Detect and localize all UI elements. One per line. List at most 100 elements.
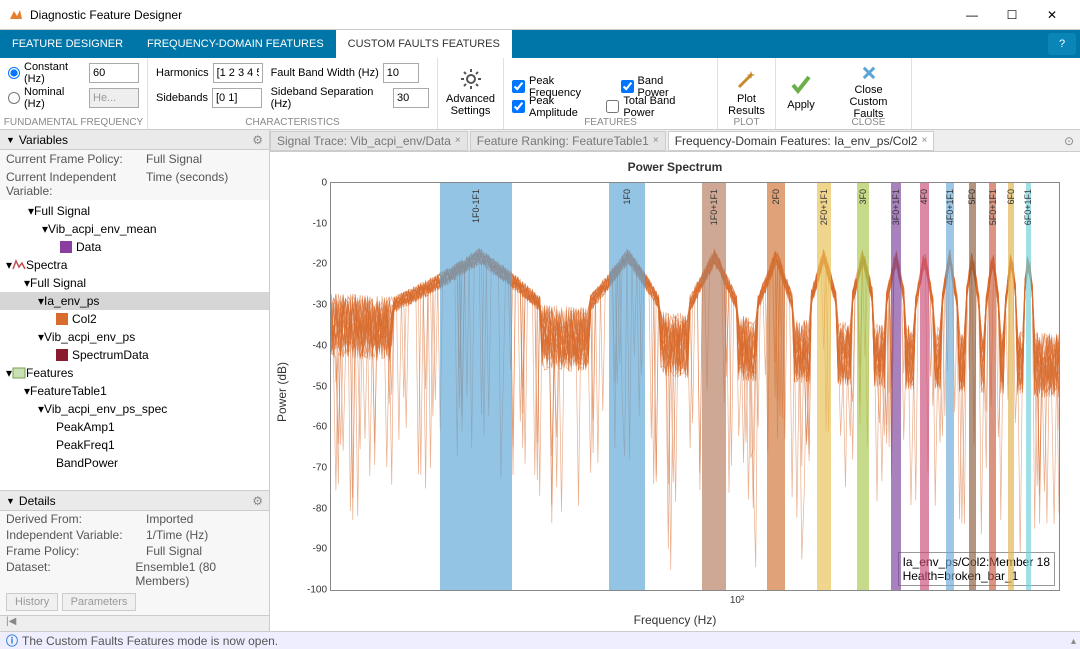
fbw-input[interactable] <box>383 63 419 83</box>
sbs-input[interactable] <box>393 88 429 108</box>
bandpower-check[interactable] <box>621 80 634 93</box>
fault-band-label: 3F0 <box>858 189 868 205</box>
doctab-signal-trace[interactable]: Signal Trace: Vib_acpi_env/Data× <box>270 131 468 151</box>
y-tick: -20 <box>293 259 327 270</box>
tree-node[interactable]: ▾ Full Signal <box>0 202 269 220</box>
fp-val: Full Signal <box>146 544 202 558</box>
fp-key: Frame Policy: <box>6 544 146 558</box>
constant-radio[interactable] <box>8 67 20 79</box>
y-tick: -30 <box>293 300 327 311</box>
parameters-button[interactable]: Parameters <box>62 593 137 611</box>
close-custom-faults-button[interactable]: Close Custom Faults <box>834 62 903 122</box>
fault-band <box>817 183 831 590</box>
maximize-button[interactable]: ☐ <box>992 1 1032 29</box>
tree-node[interactable]: BandPower <box>0 454 269 472</box>
tree-node[interactable]: ▾ Features <box>0 364 269 382</box>
minimize-button[interactable]: — <box>952 1 992 29</box>
tree-node[interactable]: PeakFreq1 <box>0 436 269 454</box>
fault-band-label: 6F0 <box>1006 189 1016 205</box>
group-fundamental: FUNDAMENTAL FREQUENCY <box>0 117 147 128</box>
peakfreq-check[interactable] <box>512 80 525 93</box>
tree-node[interactable]: ▾ Spectra <box>0 256 269 274</box>
sidebands-label: Sidebands <box>156 92 208 104</box>
tab-feature-designer[interactable]: FEATURE DESIGNER <box>0 30 135 58</box>
help-button[interactable]: ? <box>1048 33 1076 55</box>
y-tick: -70 <box>293 462 327 473</box>
fault-band <box>1026 183 1031 590</box>
x-tick: 10² <box>730 595 744 606</box>
history-button[interactable]: History <box>6 593 58 611</box>
ribbon: Constant (Hz) Nominal (Hz) FUNDAMENTAL F… <box>0 58 1080 130</box>
policy-key: Current Frame Policy: <box>6 152 146 166</box>
fault-band <box>702 183 726 590</box>
side-footer[interactable]: |◀ <box>0 615 269 631</box>
tree-node[interactable]: PeakAmp1 <box>0 418 269 436</box>
window-titlebar: Diagnostic Feature Designer — ☐ ✕ <box>0 0 1080 30</box>
sidebands-input[interactable] <box>212 88 262 108</box>
fault-band-label: 5F0 <box>967 189 977 205</box>
fault-band-label: 2F0+1F1 <box>819 189 829 225</box>
variables-header[interactable]: ▼Variables⚙ <box>0 130 269 150</box>
fault-band-label: 6F0+1F1 <box>1023 189 1033 225</box>
y-tick: -90 <box>293 544 327 555</box>
nominal-input[interactable] <box>89 88 139 108</box>
y-tick: -40 <box>293 340 327 351</box>
fault-band <box>969 183 976 590</box>
advanced-settings-button[interactable]: Advanced Settings <box>446 62 495 122</box>
axes[interactable]: Ia_env_ps/Col2:Member 18 Health=broken_b… <box>330 182 1060 591</box>
iv-val: 1/Time (Hz) <box>146 528 208 542</box>
plot-area[interactable]: Power Spectrum Power (dB) Frequency (Hz)… <box>270 152 1080 631</box>
tree-node[interactable]: ▾ Vib_acpi_env_mean <box>0 220 269 238</box>
tree-node[interactable]: Col2 <box>0 310 269 328</box>
fault-band-label: 2F0 <box>771 189 781 205</box>
nominal-label: Nominal (Hz) <box>24 86 85 110</box>
peakamp-label: Peak Amplitude <box>529 95 594 119</box>
info-icon: ⓘ <box>6 632 18 649</box>
indvar-val: Time (seconds) <box>146 170 228 198</box>
check-icon <box>789 73 813 97</box>
tab-frequency-domain[interactable]: FREQUENCY-DOMAIN FEATURES <box>135 30 336 58</box>
apply-button[interactable]: Apply <box>784 62 818 122</box>
variables-tree[interactable]: ▾ Full Signal ▾ Vib_acpi_env_mean Data ▾… <box>0 200 269 490</box>
tree-node[interactable]: Data <box>0 238 269 256</box>
tab-custom-faults[interactable]: CUSTOM FAULTS FEATURES <box>336 30 512 58</box>
constant-input[interactable] <box>89 63 139 83</box>
close-button[interactable]: ✕ <box>1032 1 1072 29</box>
totalband-check[interactable] <box>606 100 619 113</box>
y-axis-label: Power (dB) <box>275 361 289 421</box>
peakamp-check[interactable] <box>512 100 525 113</box>
fault-band-label: 3F0+1F1 <box>891 189 901 225</box>
harmonics-input[interactable] <box>213 63 263 83</box>
y-tick: -50 <box>293 381 327 392</box>
gear-icon[interactable]: ⚙ <box>252 133 263 147</box>
details-header[interactable]: ▼Details⚙ <box>0 491 269 511</box>
doctab-feature-ranking[interactable]: Feature Ranking: FeatureTable1× <box>470 131 666 151</box>
tree-node[interactable]: ▾ Vib_acpi_env_ps_spec <box>0 400 269 418</box>
tree-node[interactable]: ▾ Vib_acpi_env_ps <box>0 328 269 346</box>
fault-band <box>609 183 645 590</box>
ribbon-tab-strip: FEATURE DESIGNER FREQUENCY-DOMAIN FEATUR… <box>0 30 1080 58</box>
wand-icon <box>735 67 759 91</box>
derived-val: Imported <box>146 512 193 526</box>
tree-node-selected[interactable]: ▾ Ia_env_ps <box>0 292 269 310</box>
close-icon[interactable]: × <box>653 135 659 146</box>
tree-node[interactable]: ▾ FeatureTable1 <box>0 382 269 400</box>
fault-band-label: 5F0+1F1 <box>988 189 998 225</box>
tab-options-icon[interactable]: ⊙ <box>1064 134 1074 148</box>
tree-node[interactable]: SpectrumData <box>0 346 269 364</box>
group-features: FEATURES <box>504 117 717 128</box>
fault-band <box>891 183 901 590</box>
fault-band <box>946 183 954 590</box>
ds-key: Dataset: <box>6 560 135 588</box>
plot-results-button[interactable]: Plot Results <box>726 62 767 122</box>
fault-band-label: 4F0 <box>919 189 929 205</box>
close-icon[interactable]: × <box>921 135 927 146</box>
expand-ribbon-icon[interactable]: ▴ <box>1071 636 1076 647</box>
doctab-freq-domain[interactable]: Frequency-Domain Features: Ia_env_ps/Col… <box>668 131 935 151</box>
tree-node[interactable]: ▾ Full Signal <box>0 274 269 292</box>
gear-icon[interactable]: ⚙ <box>252 494 263 508</box>
side-panel: ▼Variables⚙ Current Frame Policy: Full Si… <box>0 130 270 631</box>
close-icon[interactable]: × <box>455 135 461 146</box>
nominal-radio[interactable] <box>8 92 20 104</box>
group-plot: PLOT <box>718 117 775 128</box>
